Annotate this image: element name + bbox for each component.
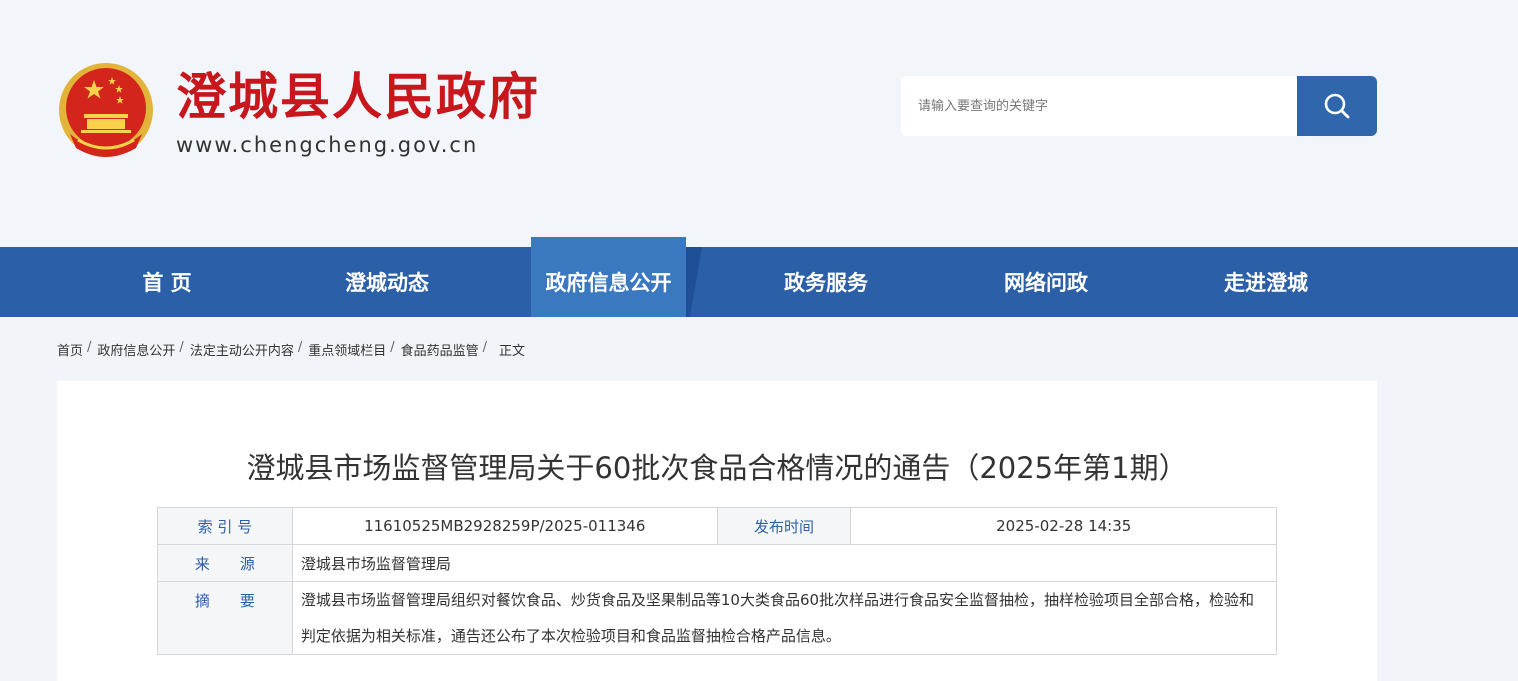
breadcrumb-item-gov-info[interactable]: 政府信息公开 xyxy=(97,340,175,359)
breadcrumb-separator: / xyxy=(297,340,303,355)
search-box xyxy=(901,76,1377,136)
source-value: 澄城县市场监督管理局 xyxy=(291,544,1278,582)
nav-item-services[interactable]: 政务服务 xyxy=(716,247,936,317)
publish-date-label: 发布时间 xyxy=(716,507,852,545)
breadcrumb-separator: / xyxy=(87,340,92,355)
nav-item-inquiry[interactable]: 网络问政 xyxy=(936,247,1156,317)
nav-item-gov-info[interactable]: 政府信息公开 xyxy=(531,237,686,317)
index-number-value: 11610525MB2928259P/2025-011346 xyxy=(291,507,718,545)
search-button[interactable] xyxy=(1297,76,1377,136)
breadcrumb-item-home[interactable]: 首页 xyxy=(57,340,83,359)
nav-item-about[interactable]: 走进澄城 xyxy=(1156,247,1376,317)
index-number-label: 索 引 号 xyxy=(157,507,293,545)
nav-active-accent xyxy=(686,247,702,317)
site-header: 澄城县人民政府 www.chengcheng.gov.cn xyxy=(0,0,1518,247)
breadcrumb-item-current: 正文 xyxy=(499,344,526,359)
summary-label: 摘 要 xyxy=(157,581,293,655)
national-emblem-icon xyxy=(59,63,153,157)
breadcrumb-item-food-drug[interactable]: 食品药品监管 xyxy=(401,340,479,359)
nav-item-news[interactable]: 澄城动态 xyxy=(277,247,497,317)
article-container: 澄城县市场监督管理局关于60批次食品合格情况的通告（2025年第1期） 索 引 … xyxy=(57,381,1377,681)
breadcrumb: 首页 / 政府信息公开 / 法定主动公开内容 / 重点领域栏目 / 食品药品监管 / 正文 xyxy=(57,340,525,359)
article-meta-table: 索 引 号 11610525MB2928259P/2025-011346 发布时… xyxy=(157,507,1278,655)
site-title[interactable]: 澄城县人民政府 xyxy=(176,66,540,128)
search-input[interactable] xyxy=(901,76,1297,136)
breadcrumb-separator: / xyxy=(179,340,184,355)
site-url: www.chengcheng.gov.cn xyxy=(176,133,479,157)
breadcrumb-separator: / xyxy=(390,340,395,355)
publish-date-value: 2025-02-28 14:35 xyxy=(850,507,1277,545)
breadcrumb-item-key-areas[interactable]: 重点领域栏目 xyxy=(308,340,386,359)
breadcrumb-item-statutory[interactable]: 法定主动公开内容 xyxy=(190,340,294,359)
nav-item-home[interactable]: 首 页 xyxy=(57,247,277,317)
breadcrumb-separator: / xyxy=(482,340,488,355)
summary-value: 澄城县市场监督管理局组织对餐饮食品、炒货食品及坚果制品等10大类食品60批次样品… xyxy=(291,581,1278,655)
search-icon xyxy=(1324,93,1350,119)
main-nav: 首 页 澄城动态 政府信息公开 政务服务 网络问政 走进澄城 xyxy=(0,237,1518,317)
source-label: 来 源 xyxy=(157,544,293,582)
article-title: 澄城县市场监督管理局关于60批次食品合格情况的通告（2025年第1期） xyxy=(246,451,1188,485)
